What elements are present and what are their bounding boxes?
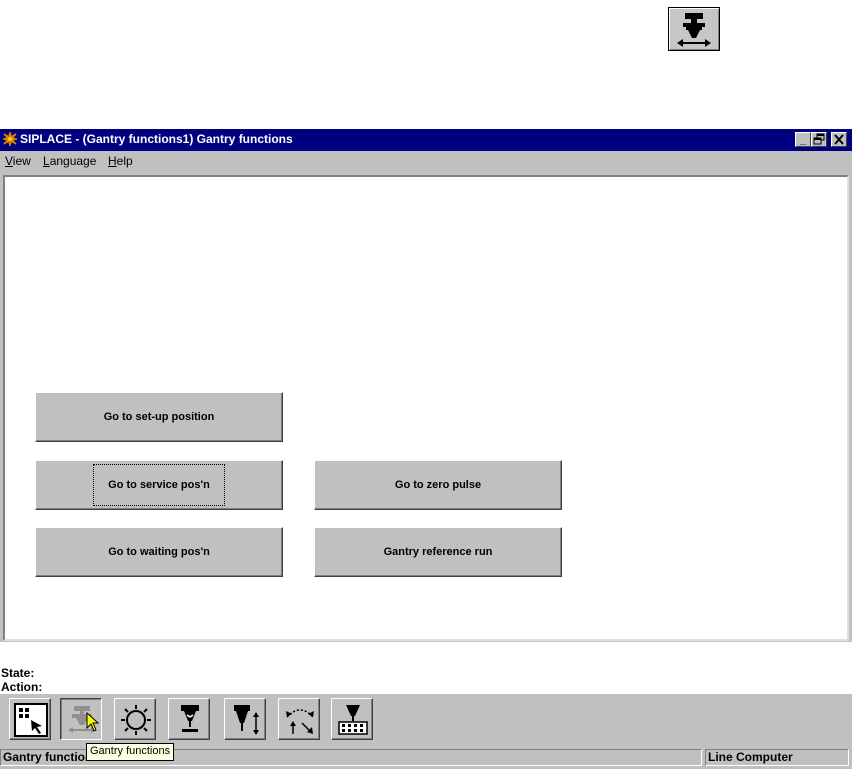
- menu-help[interactable]: Help: [108, 154, 133, 168]
- action-label: Action:: [1, 680, 43, 694]
- menu-help-accel: H: [108, 154, 117, 168]
- rotation-axis-icon: [286, 709, 314, 734]
- menu-bar: View Language Help: [0, 151, 852, 171]
- menu-language-accel: L: [43, 154, 50, 168]
- go-to-waiting-position-label: Go to waiting pos'n: [108, 546, 210, 558]
- go-to-waiting-position-button[interactable]: Go to waiting pos'n: [35, 527, 283, 577]
- client-area: Go to set-up position Go to service pos'…: [3, 175, 849, 641]
- menu-view[interactable]: View: [5, 154, 31, 168]
- restore-button[interactable]: [811, 132, 827, 147]
- go-to-zero-pulse-label: Go to zero pulse: [394, 479, 482, 491]
- go-to-service-position-label: Go to service pos'n: [93, 464, 225, 506]
- pipette-button[interactable]: [168, 698, 210, 740]
- pipette-icon: [181, 705, 199, 732]
- close-button[interactable]: [831, 132, 847, 147]
- menu-language[interactable]: Language: [43, 154, 96, 168]
- menu-view-accel: V: [5, 154, 13, 168]
- status-line-computer: Line Computer: [705, 749, 849, 766]
- component-tray-button[interactable]: [331, 698, 373, 740]
- pipette-z-axis-button[interactable]: [224, 698, 266, 740]
- go-to-setup-position-label: Go to set-up position: [103, 411, 215, 423]
- state-panel: State: Action:: [0, 642, 852, 694]
- gantry-functions-icon: [668, 7, 720, 51]
- close-icon: [834, 134, 844, 145]
- tooltip: Gantry functions: [86, 743, 175, 761]
- application-window: SIPLACE - (Gantry functions1) Gantry fun…: [0, 129, 852, 769]
- rotation-axis-button[interactable]: [278, 698, 320, 740]
- menu-view-rest: iew: [12, 154, 31, 168]
- minimize-button[interactable]: _: [795, 132, 811, 147]
- go-to-zero-pulse-button[interactable]: Go to zero pulse: [314, 460, 562, 510]
- gantry-reference-run-label: Gantry reference run: [383, 546, 493, 558]
- go-to-service-position-button[interactable]: Go to service pos'n: [35, 460, 283, 510]
- go-to-setup-position-button[interactable]: Go to set-up position: [35, 392, 283, 442]
- restore-icon: [813, 133, 825, 145]
- pipette-z-axis-icon: [234, 705, 259, 735]
- siplace-app-icon[interactable]: [2, 131, 18, 147]
- nozzle-ring-icon: [121, 705, 151, 735]
- title-bar[interactable]: SIPLACE - (Gantry functions1) Gantry fun…: [0, 129, 852, 151]
- component-tray-icon: [338, 705, 368, 735]
- mouse-cursor-icon: [86, 712, 100, 732]
- nozzle-ring-button[interactable]: [114, 698, 156, 740]
- window-title: SIPLACE - (Gantry functions1) Gantry fun…: [20, 132, 293, 146]
- menu-language-rest: anguage: [49, 154, 97, 168]
- function-toolbar: [0, 694, 852, 746]
- state-label: State:: [1, 666, 35, 680]
- menu-help-rest: elp: [116, 154, 133, 168]
- select-pointer-icon: [14, 703, 48, 737]
- select-tool-button[interactable]: [9, 698, 51, 740]
- gantry-reference-run-button[interactable]: Gantry reference run: [314, 527, 562, 577]
